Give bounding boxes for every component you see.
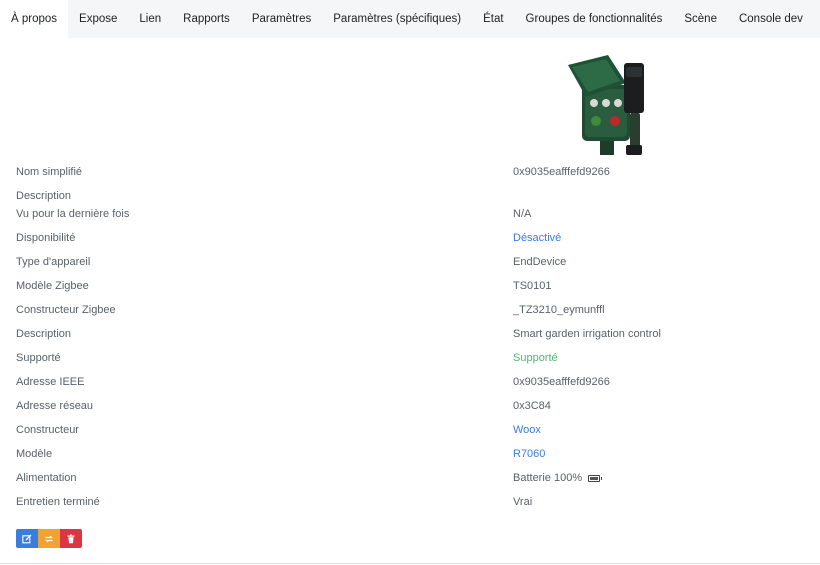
- tab-scene[interactable]: Scène: [673, 0, 728, 38]
- row-value: EndDevice: [513, 256, 567, 268]
- tab-about[interactable]: À propos: [0, 0, 69, 38]
- action-button-group: [16, 529, 82, 548]
- row-value: _TZ3210_eymunffl: [513, 304, 605, 316]
- row-label: Adresse IEEE: [16, 376, 85, 388]
- info-row-device-type: Type d'appareil EndDevice: [0, 251, 820, 273]
- info-row-network-address: Adresse réseau 0x3C84: [0, 395, 820, 417]
- tab-clusters[interactable]: Groupes de fonctionnalités: [515, 0, 674, 38]
- supported-status: Supporté: [513, 352, 558, 364]
- garden-irrigation-device-icon: [568, 55, 644, 155]
- manufacturer-link[interactable]: Woox: [513, 424, 541, 436]
- row-value: N/A: [513, 208, 532, 220]
- info-row-last-seen: Vu pour la dernière fois N/A: [0, 203, 820, 225]
- row-label: Modèle: [16, 448, 53, 460]
- row-value: Batterie 100%: [513, 472, 583, 484]
- tab-reporting[interactable]: Rapports: [172, 0, 241, 38]
- info-row-friendly-name: Nom simplifié 0x9035eafffefd9266: [0, 161, 820, 183]
- row-value: 0x9035eafffefd9266: [513, 166, 610, 178]
- trash-icon: [67, 534, 75, 543]
- row-label: Modèle Zigbee: [16, 280, 89, 292]
- row-value: TS0101: [513, 280, 552, 292]
- row-value: Vrai: [513, 496, 533, 508]
- row-label: Alimentation: [16, 472, 77, 484]
- reconfigure-button[interactable]: [38, 529, 60, 548]
- row-label: Vu pour la dernière fois: [16, 208, 130, 220]
- info-row-supported: Supporté Supporté: [0, 347, 820, 369]
- row-label: Supporté: [16, 352, 61, 364]
- row-label: Constructeur Zigbee: [16, 304, 116, 316]
- row-label: Type d'appareil: [16, 256, 91, 268]
- edit-icon: [22, 534, 32, 543]
- info-row-zigbee-model: Modèle Zigbee TS0101: [0, 275, 820, 297]
- row-label: Entretien terminé: [16, 496, 100, 508]
- row-value: Smart garden irrigation control: [513, 328, 661, 340]
- tab-bind[interactable]: Lien: [128, 0, 172, 38]
- availability-link[interactable]: Désactivé: [513, 232, 561, 244]
- row-label: Description: [16, 190, 72, 202]
- info-row-power: Alimentation Batterie 100%: [0, 467, 820, 489]
- info-row-description: Description Smart garden irrigation cont…: [0, 323, 820, 345]
- row-label: Adresse réseau: [16, 400, 94, 412]
- info-row-availability: Disponibilité Désactivé: [0, 227, 820, 249]
- info-row-manufacturer: Constructeur Woox: [0, 419, 820, 441]
- battery-full-icon: [588, 474, 603, 482]
- row-label: Description: [16, 328, 72, 340]
- info-row-zigbee-manufacturer: Constructeur Zigbee _TZ3210_eymunffl: [0, 299, 820, 321]
- info-row-interview-completed: Entretien terminé Vrai: [0, 491, 820, 513]
- tab-bar: À propos Expose Lien Rapports Paramètres…: [0, 0, 820, 38]
- refresh-icon: [45, 535, 53, 542]
- tab-settings[interactable]: Paramètres: [241, 0, 322, 38]
- tab-state[interactable]: État: [472, 0, 514, 38]
- row-value: 0x3C84: [513, 400, 551, 412]
- delete-button[interactable]: [60, 529, 82, 548]
- row-value: 0x9035eafffefd9266: [513, 376, 610, 388]
- tab-dev-console[interactable]: Console dev: [728, 0, 814, 38]
- edit-button[interactable]: [16, 529, 38, 548]
- device-info-card: Nom simplifié 0x9035eafffefd9266 Descrip…: [0, 38, 820, 564]
- info-row-model: Modèle R7060: [0, 443, 820, 465]
- info-row-ieee-address: Adresse IEEE 0x9035eafffefd9266: [0, 371, 820, 393]
- row-label: Disponibilité: [16, 232, 76, 244]
- row-label: Constructeur: [16, 424, 79, 436]
- power-value: Batterie 100%: [513, 472, 603, 484]
- tab-exposes[interactable]: Expose: [68, 0, 128, 38]
- row-label: Nom simplifié: [16, 166, 83, 178]
- model-link[interactable]: R7060: [513, 448, 545, 460]
- tab-settings-specific[interactable]: Paramètres (spécifiques): [322, 0, 472, 38]
